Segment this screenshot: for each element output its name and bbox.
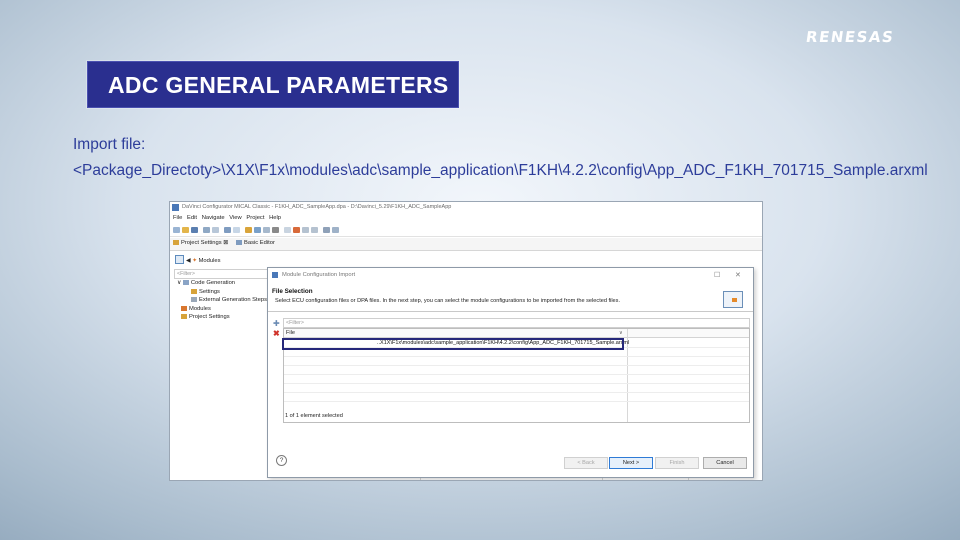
selection-status: 1 of 1 element selected [285, 413, 343, 419]
dialog-title-bar: Module Configuration Import ☐ ✕ [268, 268, 753, 283]
dialog-separator [268, 311, 753, 312]
redo-icon[interactable] [212, 227, 219, 233]
save-icon[interactable] [191, 227, 198, 233]
import-file-path: <Package_Directoty>\X1X\F1x\modules\adc\… [73, 162, 928, 179]
finish-button[interactable]: Finish [655, 457, 699, 469]
sort-chevron-down-icon[interactable]: ∨ [619, 329, 623, 337]
row-divider [284, 374, 749, 375]
grid-icon[interactable] [254, 227, 261, 233]
editor-tabs: Project Settings ⊠ Basic Editor [170, 238, 762, 251]
table-header: File ∨ [284, 329, 749, 338]
tree-item-settings[interactable]: Settings [177, 288, 267, 297]
slide-title: ADC GENERAL PARAMETERS [108, 72, 449, 98]
menu-view[interactable]: View [229, 215, 241, 221]
validate-icon[interactable] [224, 227, 231, 233]
settings-icon [173, 240, 179, 245]
help-icon[interactable]: ? [276, 455, 287, 466]
tree-item-external-generation-steps[interactable]: External Generation Steps [177, 296, 267, 305]
section-title: File Selection [272, 288, 313, 295]
renesas-logo: RENESAS [804, 28, 896, 46]
section-description: Select ECU configuration files or DPA fi… [275, 298, 621, 304]
next-button[interactable]: Next > [609, 457, 653, 469]
selected-file-highlight [282, 338, 624, 350]
view-icon[interactable] [175, 255, 184, 264]
row-divider [284, 392, 749, 393]
editor-icon [236, 240, 242, 245]
settings-icon [191, 288, 197, 294]
menu-navigate[interactable]: Navigate [202, 215, 225, 221]
module-configuration-import-dialog: Module Configuration Import ☐ ✕ File Sel… [267, 267, 754, 478]
back-button[interactable]: < Back [564, 457, 608, 469]
forward-arrow-icon[interactable] [311, 227, 318, 233]
search-icon[interactable] [272, 227, 279, 233]
close-icon[interactable]: ⊠ [223, 240, 228, 246]
settings-icon [181, 314, 187, 319]
steps-icon [191, 297, 197, 302]
settings-icon[interactable] [245, 227, 252, 233]
tree-filter-input[interactable]: <Filter> [174, 269, 270, 279]
cancel-button[interactable]: Cancel [703, 457, 747, 469]
row-divider [284, 383, 749, 384]
row-divider [284, 401, 749, 402]
tree-item-project-settings[interactable]: Project Settings [177, 313, 267, 322]
modules-icon: ✦ [192, 258, 197, 264]
debug-icon[interactable] [293, 227, 300, 233]
tree-item-code-generation[interactable]: ∨ Code Generation [177, 279, 267, 288]
tree-item-modules[interactable]: Modules [177, 305, 267, 314]
back-arrow-icon[interactable] [302, 227, 309, 233]
import-file-label: Import file: [73, 136, 146, 153]
dialog-icon [272, 272, 278, 278]
tree-icon[interactable] [332, 227, 339, 233]
link-icon[interactable] [323, 227, 330, 233]
close-icon[interactable]: ✕ [735, 271, 741, 279]
breadcrumb: ◀ ✦ Modules [175, 255, 221, 264]
modules-icon [181, 305, 187, 311]
dialog-title: Module Configuration Import [282, 272, 356, 278]
column-file[interactable]: File [286, 329, 295, 337]
title-banner: ADC GENERAL PARAMETERS [87, 61, 459, 108]
ide-screenshot: DaVinci Configurator MICAL Classic - F1K… [169, 201, 763, 481]
table-icon[interactable] [263, 227, 270, 233]
menu-bar: File Edit Navigate View Project Help [170, 213, 762, 223]
row-divider [284, 356, 749, 357]
generate-icon[interactable] [233, 227, 240, 233]
ide-window-title: DaVinci Configurator MICAL Classic - F1K… [182, 204, 452, 210]
navigation-tree: ∨ Code Generation Settings External Gene… [177, 279, 267, 322]
file-filter-input[interactable]: <Filter> [283, 318, 750, 328]
import-wizard-icon [723, 291, 743, 308]
add-file-icon[interactable]: ✚ [273, 320, 280, 328]
chevron-left-icon[interactable]: ◀ [186, 258, 190, 264]
new-icon[interactable] [173, 227, 180, 233]
breadcrumb-modules[interactable]: Modules [199, 258, 221, 264]
chevron-down-icon[interactable]: ∨ [177, 280, 181, 286]
menu-edit[interactable]: Edit [187, 215, 197, 221]
open-icon[interactable] [182, 227, 189, 233]
menu-help[interactable]: Help [269, 215, 281, 221]
tab-basic-editor[interactable]: Basic Editor [236, 240, 275, 246]
app-icon [172, 204, 179, 211]
undo-icon[interactable] [203, 227, 210, 233]
menu-file[interactable]: File [173, 215, 182, 221]
toolbar [170, 224, 762, 237]
ide-title-bar: DaVinci Configurator MICAL Classic - F1K… [170, 202, 762, 213]
maximize-icon[interactable]: ☐ [714, 271, 720, 279]
compare-icon[interactable] [284, 227, 291, 233]
menu-project[interactable]: Project [246, 215, 264, 221]
code-gen-icon [182, 280, 189, 285]
row-divider [284, 365, 749, 366]
tab-project-settings[interactable]: Project Settings ⊠ [173, 240, 228, 246]
remove-file-icon[interactable]: ✖ [273, 330, 280, 338]
